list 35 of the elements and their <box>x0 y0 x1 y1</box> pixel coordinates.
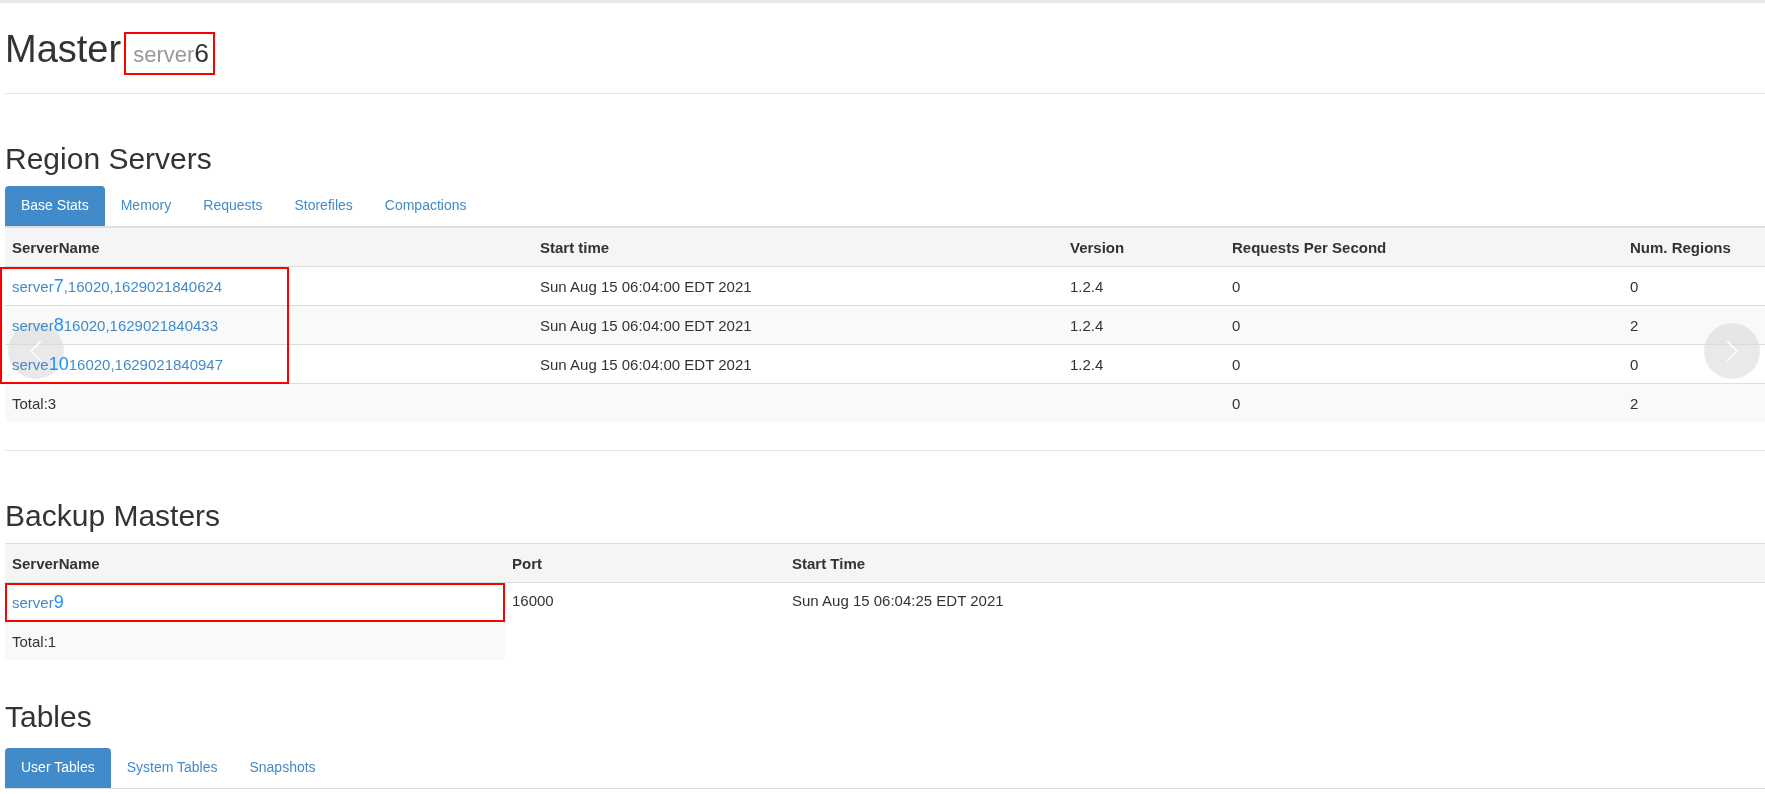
column-header: Version <box>1063 227 1225 267</box>
table-cell: 16000 <box>505 582 785 660</box>
column-header: ServerName <box>5 543 505 583</box>
table-cell: 2 <box>1623 383 1765 422</box>
table-cell: 1.2.4 <box>1063 305 1225 345</box>
table-cell: Total:1 <box>5 621 505 660</box>
column-header: ServerName <box>5 227 533 267</box>
server-link[interactable]: server7,16020,1629021840624 <box>12 277 223 295</box>
column-header: Num. Regions <box>1623 227 1765 267</box>
column-header: Start Time <box>785 543 1765 583</box>
table-cell: 0 <box>1225 383 1623 422</box>
master-server-name: server6 <box>124 32 215 75</box>
column-header: Start time <box>533 227 1063 267</box>
section-title: Backup Masters <box>5 498 222 534</box>
column-header: Requests Per Second <box>1225 227 1623 267</box>
server-link[interactable]: server816020,1629021840433 <box>12 316 219 334</box>
table-cell: Sun Aug 15 06:04:00 EDT 2021 <box>533 305 1063 345</box>
tab[interactable]: System Tables <box>110 748 234 788</box>
tab[interactable]: Compactions <box>368 186 483 226</box>
tab[interactable]: Storefiles <box>278 186 369 226</box>
page-title: Master <box>5 28 122 71</box>
server-link[interactable]: server9 <box>12 593 64 611</box>
section-title: Tables <box>5 699 93 735</box>
section-title: Region Servers <box>5 141 213 177</box>
tab[interactable]: Snapshots <box>233 748 332 788</box>
tab[interactable]: Base Stats <box>5 186 105 226</box>
table-cell: Total:3 <box>5 383 533 422</box>
table-cell: 0 <box>1225 305 1623 345</box>
chevron-right-icon <box>1725 339 1739 363</box>
server-link[interactable]: serve1016020,1629021840947 <box>12 355 224 373</box>
tab[interactable]: Requests <box>187 186 279 226</box>
tab[interactable]: User Tables <box>5 748 111 788</box>
column-header: Port <box>505 543 785 583</box>
table-cell: 2 <box>1623 305 1765 345</box>
tab[interactable]: Memory <box>104 186 188 226</box>
